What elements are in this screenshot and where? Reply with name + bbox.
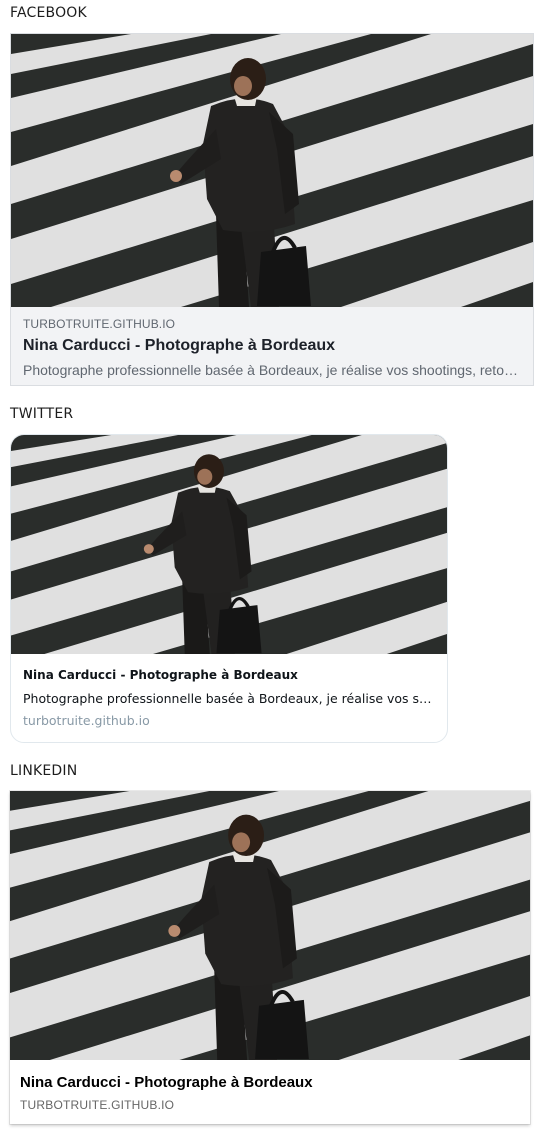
twitter-preview-title[interactable]: Nina Carducci - Photographe à Bordeaux xyxy=(23,668,435,682)
twitter-preview-body: Nina Carducci - Photographe à Bordeaux P… xyxy=(11,654,447,742)
linkedin-preview-body: Nina Carducci - Photographe à Bordeaux T… xyxy=(10,1060,530,1124)
facebook-preview-domain: TURBOTRUITE.GITHUB.IO xyxy=(23,317,176,331)
facebook-preview-card[interactable]: TURBOTRUITE.GITHUB.IO Nina Carducci - Ph… xyxy=(10,33,534,386)
twitter-preview-image xyxy=(11,435,447,654)
linkedin-section-label: LINKEDIN xyxy=(10,763,78,779)
facebook-section-label: FACEBOOK xyxy=(10,5,87,21)
linkedin-preview-image xyxy=(10,791,530,1060)
facebook-preview-description: Photographe professionnelle basée à Bord… xyxy=(23,362,518,378)
facebook-preview-title[interactable]: Nina Carducci - Photographe à Bordeaux xyxy=(23,337,521,355)
linkedin-preview-domain: TURBOTRUITE.GITHUB.IO xyxy=(20,1098,175,1112)
facebook-preview-body: TURBOTRUITE.GITHUB.IO Nina Carducci - Ph… xyxy=(11,307,533,385)
facebook-preview-image xyxy=(11,34,533,307)
twitter-preview-domain: turbotruite.github.io xyxy=(23,713,150,728)
linkedin-preview-title[interactable]: Nina Carducci - Photographe à Bordeaux xyxy=(20,1074,520,1091)
twitter-preview-description: Photographe professionnelle basée à Bord… xyxy=(23,691,435,706)
twitter-preview-card[interactable]: Nina Carducci - Photographe à Bordeaux P… xyxy=(10,434,448,743)
linkedin-preview-card[interactable]: Nina Carducci - Photographe à Bordeaux T… xyxy=(10,791,530,1124)
twitter-section-label: TWITTER xyxy=(10,406,74,422)
